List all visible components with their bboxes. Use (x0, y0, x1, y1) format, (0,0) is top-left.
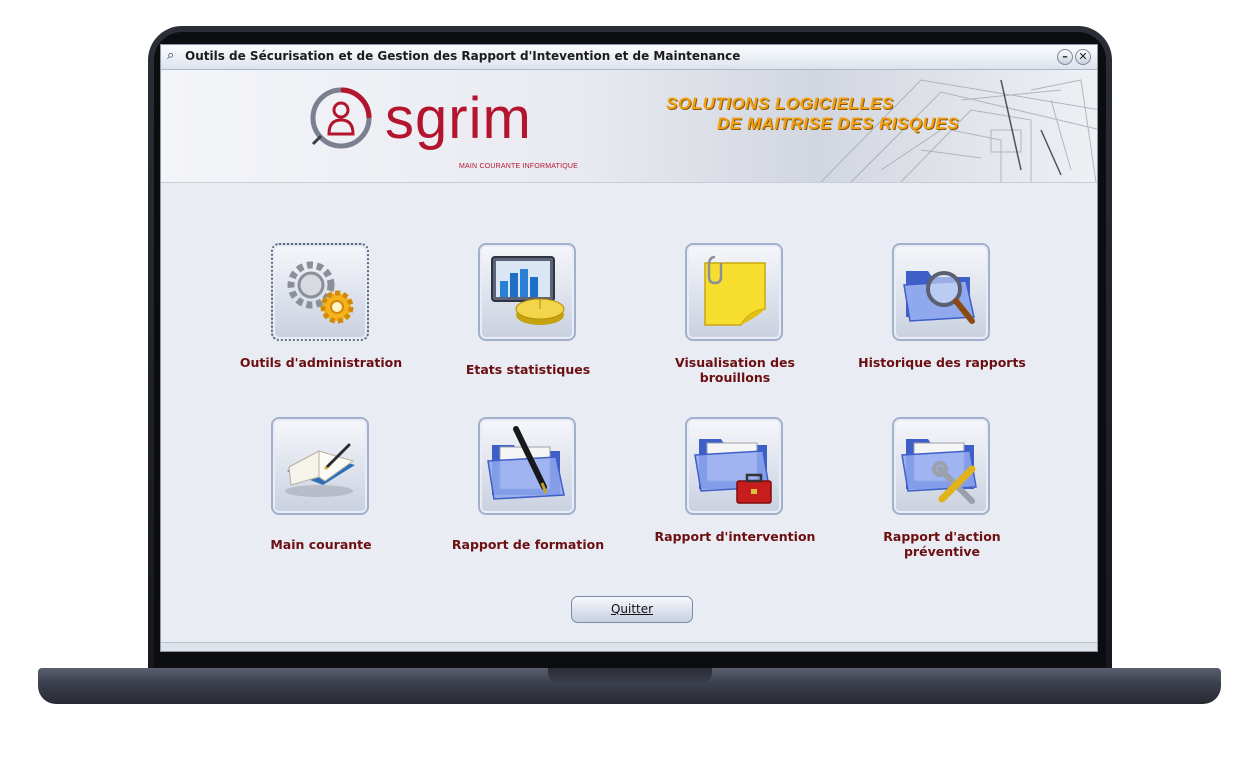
slogan-line-1: SOLUTIONS LOGICIELLES (666, 94, 894, 113)
tile-rapport-action-preventive[interactable]: Rapport d'action préventive (852, 417, 1032, 577)
logo-user-icon (310, 87, 372, 149)
folder-search-icon (903, 271, 975, 324)
tile-outils-administration[interactable]: Outils d'administration (231, 243, 411, 403)
tile-button[interactable] (892, 417, 990, 515)
tile-label: Rapport de formation (451, 537, 605, 552)
app-search-icon: ⌕ (167, 48, 175, 63)
gears-icon (287, 261, 354, 324)
tile-visualisation-brouillons[interactable]: Visualisation des brouillons (645, 243, 825, 403)
tile-rapport-formation[interactable]: Rapport de formation (438, 417, 618, 577)
laptop-notch (548, 668, 712, 684)
tile-label: Outils d'administration (239, 355, 403, 370)
folder-toolbox-icon (694, 439, 772, 504)
tile-label: Etats statistiques (465, 362, 591, 377)
statistics-icon (491, 256, 565, 325)
close-button[interactable]: ✕ (1075, 49, 1091, 65)
tile-etats-statistiques[interactable]: Etats statistiques (438, 243, 618, 403)
header-banner: sgrim MAIN COURANTE INFORMATIQUE SOLUTIO… (161, 70, 1097, 183)
quit-button-label: Quitter (610, 602, 654, 616)
slogan-line-2: DE MAITRISE DES RISQUES (717, 114, 959, 133)
logo-subtitle: MAIN COURANTE INFORMATIQUE (459, 163, 579, 170)
tile-button[interactable] (478, 417, 576, 515)
folder-pen-icon (487, 426, 565, 500)
folder-tools-icon (901, 439, 977, 504)
tile-button[interactable] (685, 417, 783, 515)
minimize-button[interactable]: – (1057, 49, 1073, 65)
tile-label: Rapport d'action préventive (883, 529, 1001, 559)
tile-rapport-intervention[interactable]: Rapport d'intervention (645, 417, 825, 577)
title-bar: ⌕ Outils de Sécurisation et de Gestion d… (161, 45, 1097, 70)
logo-text: sgrim (385, 86, 532, 151)
window-title: Outils de Sécurisation et de Gestion des… (185, 49, 741, 63)
tile-button[interactable] (685, 243, 783, 341)
tile-main-courante[interactable]: Main courante (231, 417, 411, 577)
quit-button[interactable]: Quitter (571, 596, 693, 623)
tile-button[interactable] (271, 243, 369, 341)
tile-button[interactable] (892, 243, 990, 341)
tile-button[interactable] (478, 243, 576, 341)
status-bar (161, 642, 1097, 651)
tile-label: Rapport d'intervention (654, 529, 816, 544)
open-book-icon (285, 443, 355, 497)
tile-historique-rapports[interactable]: Historique des rapports (852, 243, 1032, 403)
tile-label: Main courante (270, 537, 372, 552)
tile-label: Visualisation des brouillons (675, 355, 795, 385)
app-window: ⌕ Outils de Sécurisation et de Gestion d… (160, 44, 1098, 652)
sticky-note-icon (704, 255, 766, 326)
tile-label: Historique des rapports (858, 355, 1026, 370)
tile-button[interactable] (271, 417, 369, 515)
